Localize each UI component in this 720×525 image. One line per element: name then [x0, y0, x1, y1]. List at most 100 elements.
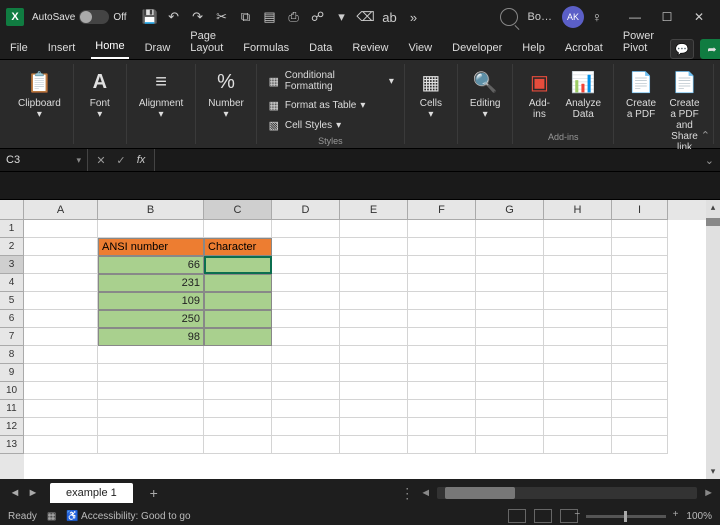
cell-F7[interactable] — [408, 328, 476, 346]
row-header-2[interactable]: 2 — [0, 238, 24, 256]
cell-H12[interactable] — [544, 418, 612, 436]
cell-H8[interactable] — [544, 346, 612, 364]
formula-bar[interactable]: ⌄ — [154, 149, 720, 171]
cell-B3[interactable]: 66 — [98, 256, 204, 274]
new-icon[interactable]: ▤ — [259, 6, 281, 28]
cell-B6[interactable]: 250 — [98, 310, 204, 328]
cell-G4[interactable] — [476, 274, 544, 292]
cell-A11[interactable] — [24, 400, 98, 418]
share-button[interactable]: ➦ — [700, 39, 720, 59]
cell-H4[interactable] — [544, 274, 612, 292]
tab-view[interactable]: View — [404, 37, 436, 59]
cell-C6[interactable] — [204, 310, 272, 328]
cell-H6[interactable] — [544, 310, 612, 328]
row-header-7[interactable]: 7 — [0, 328, 24, 346]
select-all-corner[interactable] — [0, 200, 24, 220]
cell-F11[interactable] — [408, 400, 476, 418]
autosave-toggle[interactable]: AutoSave Off — [32, 10, 127, 24]
col-header-A[interactable]: A — [24, 200, 98, 220]
zoom-level[interactable]: 100% — [686, 511, 712, 522]
clear-icon[interactable]: ⌫ — [355, 6, 377, 28]
cell-F1[interactable] — [408, 220, 476, 238]
cell-B7[interactable]: 98 — [98, 328, 204, 346]
cell-A3[interactable] — [24, 256, 98, 274]
col-header-C[interactable]: C — [204, 200, 272, 220]
cell-C1[interactable] — [204, 220, 272, 238]
cell-F12[interactable] — [408, 418, 476, 436]
col-header-F[interactable]: F — [408, 200, 476, 220]
tab-file[interactable]: File — [6, 37, 32, 59]
cell-I1[interactable] — [612, 220, 668, 238]
tab-review[interactable]: Review — [348, 37, 392, 59]
accessibility-status[interactable]: ♿ Accessibility: Good to go — [66, 511, 190, 522]
row-header-8[interactable]: 8 — [0, 346, 24, 364]
cell-A5[interactable] — [24, 292, 98, 310]
user-avatar[interactable]: AK — [562, 6, 584, 28]
tab-acrobat[interactable]: Acrobat — [561, 37, 607, 59]
cell-D9[interactable] — [272, 364, 340, 382]
undo-icon[interactable]: ↶ — [163, 6, 185, 28]
cell-B1[interactable] — [98, 220, 204, 238]
col-header-G[interactable]: G — [476, 200, 544, 220]
cell-E3[interactable] — [340, 256, 408, 274]
cell-A2[interactable] — [24, 238, 98, 256]
cell-A12[interactable] — [24, 418, 98, 436]
cell-C10[interactable] — [204, 382, 272, 400]
cell-H7[interactable] — [544, 328, 612, 346]
cell-H3[interactable] — [544, 256, 612, 274]
analyze-data-button[interactable]: 📊 Analyze Data — [561, 66, 605, 130]
cell-A9[interactable] — [24, 364, 98, 382]
cell-I7[interactable] — [612, 328, 668, 346]
col-header-H[interactable]: H — [544, 200, 612, 220]
cell-H1[interactable] — [544, 220, 612, 238]
tab-options-icon[interactable]: ⋮ — [400, 485, 414, 502]
cell-E11[interactable] — [340, 400, 408, 418]
create-pdf-share-button[interactable]: 📄 Create a PDF and Share link — [664, 66, 705, 155]
cell-G3[interactable] — [476, 256, 544, 274]
vscroll-thumb[interactable] — [706, 218, 720, 226]
tab-insert[interactable]: Insert — [44, 37, 80, 59]
add-sheet-button[interactable]: + — [143, 482, 165, 504]
chevron-down-icon[interactable]: ▾ — [331, 6, 353, 28]
cell-B12[interactable] — [98, 418, 204, 436]
cell-A6[interactable] — [24, 310, 98, 328]
tab-help[interactable]: Help — [518, 37, 549, 59]
cell-I4[interactable] — [612, 274, 668, 292]
cell-G1[interactable] — [476, 220, 544, 238]
format-as-table-button[interactable]: ▦ Format as Table▾ — [265, 96, 396, 114]
cell-G13[interactable] — [476, 436, 544, 454]
cell-B10[interactable] — [98, 382, 204, 400]
row-header-3[interactable]: 3 — [0, 256, 24, 274]
cell-E10[interactable] — [340, 382, 408, 400]
page-layout-view-icon[interactable] — [534, 509, 552, 523]
cell-H13[interactable] — [544, 436, 612, 454]
cell-A7[interactable] — [24, 328, 98, 346]
cell-G9[interactable] — [476, 364, 544, 382]
cell-F8[interactable] — [408, 346, 476, 364]
close-button[interactable]: ✕ — [684, 4, 714, 30]
number-button[interactable]: % Number▾ — [204, 66, 248, 122]
search-icon[interactable] — [500, 8, 518, 26]
scroll-down-icon[interactable]: ▾ — [706, 466, 720, 477]
cell-D7[interactable] — [272, 328, 340, 346]
cell-E4[interactable] — [340, 274, 408, 292]
cell-G2[interactable] — [476, 238, 544, 256]
tab-data[interactable]: Data — [305, 37, 336, 59]
cell-G7[interactable] — [476, 328, 544, 346]
cell-styles-button[interactable]: ▧ Cell Styles▾ — [265, 116, 396, 134]
chevron-down-icon[interactable]: ▾ — [76, 155, 81, 166]
cell-C8[interactable] — [204, 346, 272, 364]
cell-E12[interactable] — [340, 418, 408, 436]
tab-home[interactable]: Home — [91, 35, 128, 59]
cell-A1[interactable] — [24, 220, 98, 238]
cell-G8[interactable] — [476, 346, 544, 364]
comments-icon[interactable]: 💬 — [670, 39, 694, 59]
conditional-formatting-button[interactable]: ▦ Conditional Formatting▾ — [265, 68, 396, 94]
cell-B5[interactable]: 109 — [98, 292, 204, 310]
row-header-13[interactable]: 13 — [0, 436, 24, 454]
cell-G11[interactable] — [476, 400, 544, 418]
cell-B11[interactable] — [98, 400, 204, 418]
horizontal-scrollbar[interactable] — [437, 487, 697, 499]
zoom-knob[interactable] — [624, 511, 627, 522]
scroll-up-icon[interactable]: ▴ — [706, 202, 720, 213]
